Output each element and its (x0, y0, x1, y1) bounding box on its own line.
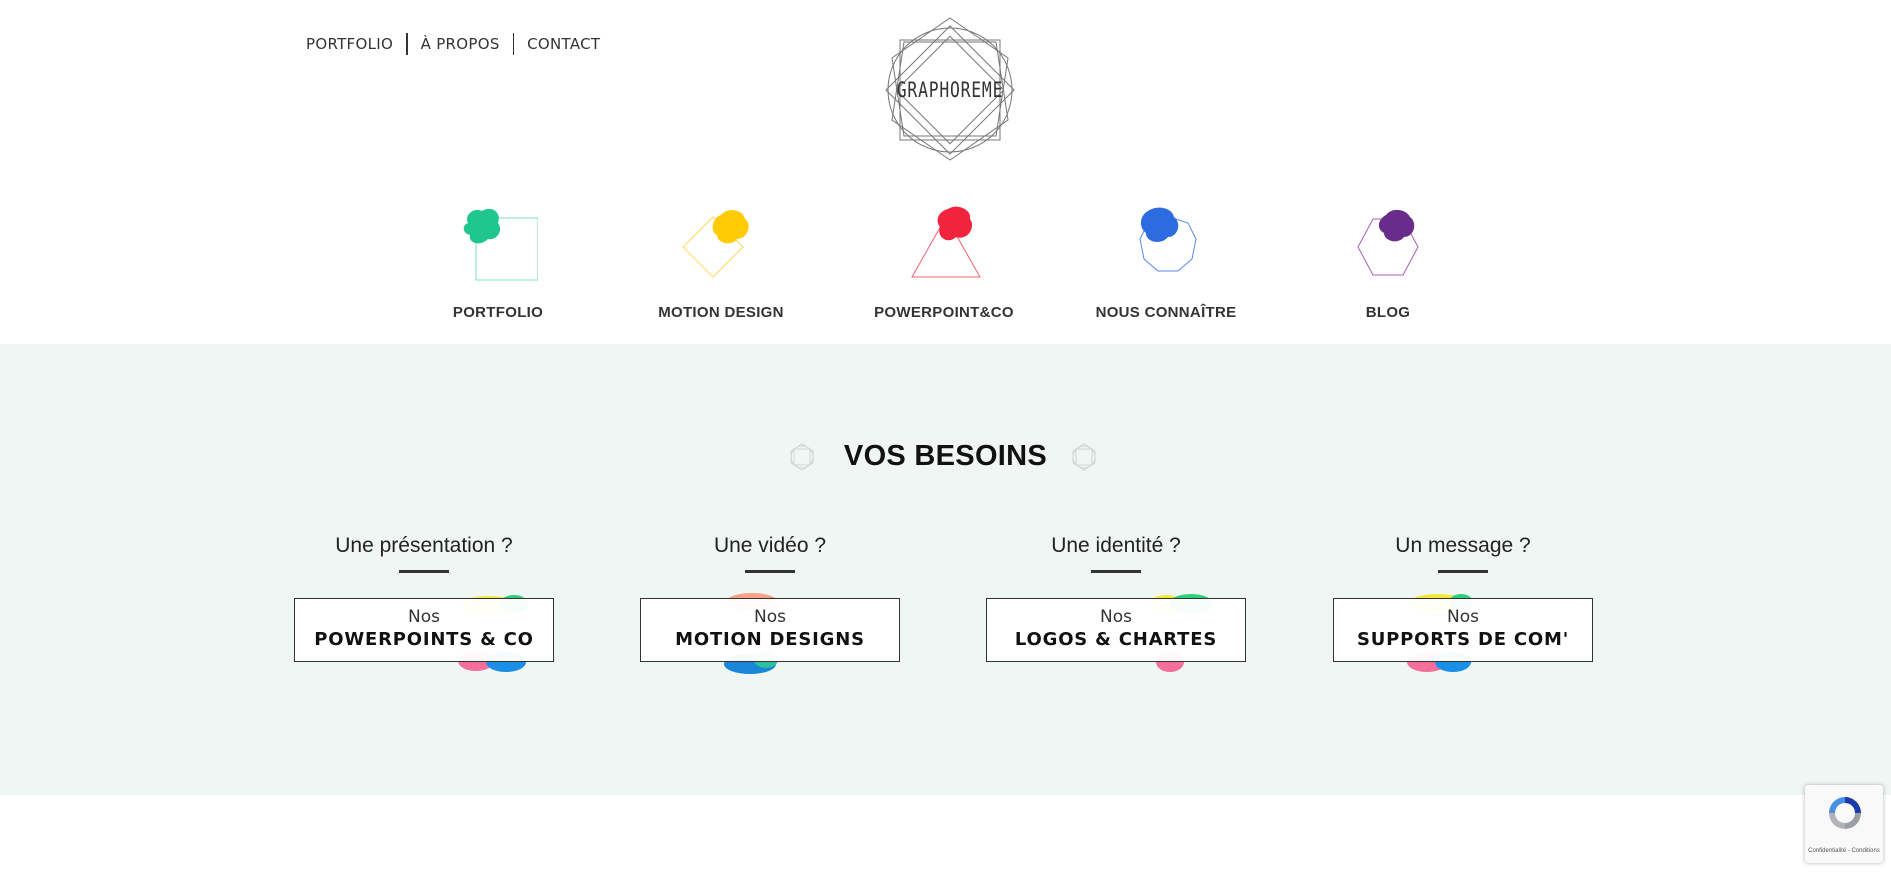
needs-title: VOS BESOINS (843, 440, 1048, 472)
circle-blue-splash-icon (1126, 205, 1206, 285)
card-big-text: LOGOS & CHARTES (1014, 629, 1218, 650)
top-nav: PORTFOLIO À PROPOS CONTACT (306, 33, 600, 55)
card-small-text: Nos (754, 607, 786, 627)
motion-designs-link-button[interactable]: Nos MOTION DESIGNS (640, 598, 900, 662)
need-item: Une présentation ? Nos POWERPOINTS & CO (294, 534, 554, 672)
question-underline (1091, 570, 1141, 573)
card-small-text: Nos (1447, 607, 1479, 627)
category-nous-connaitre[interactable]: NOUS CONNAÎTRE (1066, 205, 1266, 321)
need-item: Une identité ? Nos LOGOS & CHARTES (986, 534, 1246, 672)
need-item: Une vidéo ? Nos MOTION DESIGNS (640, 534, 900, 674)
category-label: PORTFOLIO (452, 304, 544, 321)
square-green-splash-icon (458, 205, 538, 285)
need-question: Un message ? (1395, 534, 1531, 557)
category-label: BLOG (1365, 304, 1411, 321)
question-underline (399, 570, 449, 573)
recaptcha-icon (1829, 797, 1861, 829)
needs-section: VOS BESOINS Une présentation ? Nos POWER… (0, 344, 1891, 795)
category-blog[interactable]: BLOG (1288, 205, 1488, 321)
card-small-text: Nos (1100, 607, 1132, 627)
nav-link-portfolio[interactable]: PORTFOLIO (306, 33, 393, 55)
recaptcha-badge[interactable]: Confidentialité - Conditions (1805, 785, 1883, 863)
category-powerpoint[interactable]: POWERPOINT&CO (844, 205, 1044, 321)
category-label: NOUS CONNAÎTRE (1095, 304, 1237, 321)
category-motion-design[interactable]: MOTION DESIGN (621, 205, 821, 321)
category-label: MOTION DESIGN (658, 304, 784, 321)
category-portfolio[interactable]: PORTFOLIO (398, 205, 598, 321)
nav-separator (406, 33, 408, 55)
nav-separator (512, 33, 515, 55)
card-big-text: POWERPOINTS & CO (314, 629, 534, 650)
need-item: Un message ? Nos SUPPORTS DE COM' (1333, 534, 1593, 672)
powerpoints-link-button[interactable]: Nos POWERPOINTS & CO (294, 598, 554, 662)
question-underline (745, 570, 795, 573)
card-big-text: MOTION DESIGNS (675, 629, 865, 650)
nav-link-a-propos[interactable]: À PROPOS (421, 33, 500, 55)
card-big-text: SUPPORTS DE COM' (1356, 629, 1570, 650)
need-question: Une vidéo ? (713, 534, 827, 557)
site-logo[interactable]: GRAPHOREME (876, 16, 1024, 162)
category-label: POWERPOINT&CO (874, 304, 1014, 321)
card-small-text: Nos (408, 607, 440, 627)
logo-text: GRAPHOREME (896, 78, 1004, 102)
hexagon-purple-splash-icon (1348, 205, 1428, 285)
question-underline (1438, 570, 1488, 573)
need-question: Une présentation ? (335, 534, 513, 557)
need-question: Une identité ? (1051, 534, 1181, 557)
triangle-red-splash-icon (904, 205, 984, 285)
recaptcha-links[interactable]: Confidentialité - Conditions (1805, 848, 1883, 854)
diamond-yellow-splash-icon (681, 205, 761, 285)
supports-com-link-button[interactable]: Nos SUPPORTS DE COM' (1333, 598, 1593, 662)
title-decoration-icon (1072, 443, 1096, 471)
nav-link-contact[interactable]: CONTACT (527, 33, 600, 55)
logos-chartes-link-button[interactable]: Nos LOGOS & CHARTES (986, 598, 1246, 662)
